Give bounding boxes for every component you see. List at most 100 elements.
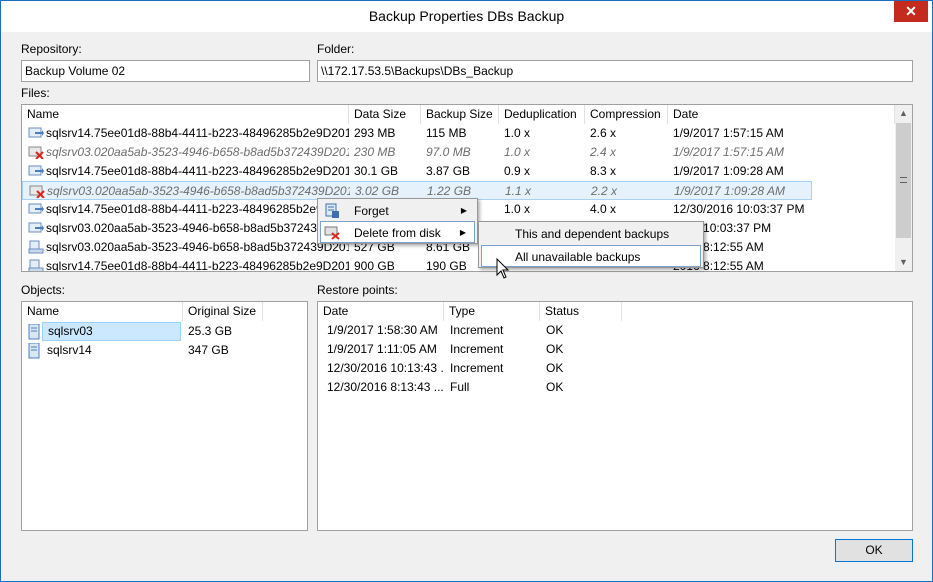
context-menu: Forget ▶ Delete from disk ▶ xyxy=(317,198,478,244)
files-col-data-size[interactable]: Data Size xyxy=(349,105,421,124)
file-cell-date: 12/30/2016 10:03:37 PM xyxy=(673,202,805,216)
file-cell-data-size: 230 MB xyxy=(354,145,396,159)
vm-icon xyxy=(27,342,43,359)
files-scrollbar[interactable]: ▲ ▼ xyxy=(895,105,912,271)
file-cell-date: 1/9/2017 1:09:28 AM xyxy=(674,184,785,198)
file-cell-data-size: 293 MB xyxy=(354,126,396,140)
submenu-arrow-icon: ▶ xyxy=(459,228,466,237)
file-cell-name: sqlsrv14.75ee01d8-88b4-4411-b223-4849628… xyxy=(46,126,349,140)
submenu-arrow-icon: ▶ xyxy=(460,206,467,215)
folder-label: Folder: xyxy=(317,42,355,56)
folder-field[interactable]: \\172.17.53.5\Backups\DBs_Backup xyxy=(317,60,913,82)
restore-point-type: Increment xyxy=(450,342,504,356)
file-cell-dedup: 1.0 x xyxy=(504,202,531,216)
object-size: 347 GB xyxy=(188,343,229,357)
menu-forget-label: Forget xyxy=(354,204,389,218)
objects-label: Objects: xyxy=(21,283,66,297)
file-cell-data-size: 900 GB xyxy=(354,259,395,272)
objects-col-name[interactable]: Name xyxy=(22,302,183,321)
objects-list[interactable]: Name Original Size sqlsrv03 25.3 GB sqlsrv… xyxy=(21,301,308,531)
restore-point-row[interactable]: 12/30/2016 8:13:43 ... Full OK xyxy=(318,378,908,397)
file-cell-backup-size: 3.87 GB xyxy=(426,164,471,178)
files-label: Files: xyxy=(21,86,50,100)
restore-point-status: OK xyxy=(546,380,564,394)
rp-col-date[interactable]: Date xyxy=(318,302,444,321)
object-row[interactable]: sqlsrv03 25.3 GB xyxy=(22,322,292,341)
restore-point-row[interactable]: 12/30/2016 10:13:43 ... Increment OK xyxy=(318,359,908,378)
files-col-name[interactable]: Name xyxy=(22,105,349,124)
object-row[interactable]: sqlsrv14 347 GB xyxy=(22,341,292,360)
file-cell-dedup: 0.9 x xyxy=(504,164,531,178)
restore-point-date: 1/9/2017 1:11:05 AM xyxy=(327,342,437,356)
files-col-date[interactable]: Date xyxy=(668,105,895,124)
restore-point-row[interactable]: 1/9/2017 1:58:30 AM Increment OK xyxy=(318,321,908,340)
file-row[interactable]: sqlsrv03.020aa5ab-3523-4946-b658-b8ad5b3… xyxy=(22,143,894,162)
restore-point-status: OK xyxy=(546,361,564,375)
file-cell-name: sqlsrv14.75ee01d8-88b4-4411-b223-4849628… xyxy=(46,259,349,272)
file-cell-compression: 2.6 x xyxy=(590,126,617,140)
file-cell-date: 1/9/2017 1:09:28 AM xyxy=(673,164,784,178)
file-cell-compression: 4.0 x xyxy=(590,202,617,216)
menu-this-dependent-label: This and dependent backups xyxy=(515,227,670,241)
menu-all-unavailable-label: All unavailable backups xyxy=(515,250,641,264)
rp-col-status[interactable]: Status xyxy=(540,302,622,321)
vm-icon xyxy=(27,323,43,340)
object-size: 25.3 GB xyxy=(188,324,233,338)
files-col-deduplication[interactable]: Deduplication xyxy=(499,105,585,124)
file-cell-name: sqlsrv03.020aa5ab-3523-4946-b658-b8ad5b3… xyxy=(46,240,349,254)
file-row[interactable]: sqlsrv14.75ee01d8-88b4-4411-b223-4849628… xyxy=(22,162,894,181)
file-row[interactable]: sqlsrv14.75ee01d8-88b4-4411-b223-4849628… xyxy=(22,124,894,143)
restore-point-row[interactable]: 1/9/2017 1:11:05 AM Increment OK xyxy=(318,340,908,359)
delete-from-disk-icon xyxy=(324,224,340,247)
title-bar[interactable]: Backup Properties DBs Backup ✕ xyxy=(1,1,932,32)
backup-properties-window: Backup Properties DBs Backup ✕ Repositor… xyxy=(0,0,933,582)
ok-button[interactable]: OK xyxy=(835,539,913,562)
restore-point-type: Increment xyxy=(450,361,504,375)
file-cell-backup-size: 115 MB xyxy=(426,126,467,140)
rp-col-type[interactable]: Type xyxy=(444,302,540,321)
repository-label: Repository: xyxy=(21,42,82,56)
file-cell-name: sqlsrv03.020aa5ab-3523-4946-b658-b8ad5b3… xyxy=(46,221,333,235)
restore-point-date: 12/30/2016 10:13:43 ... xyxy=(327,361,444,375)
file-cell-name: sqlsrv03.020aa5ab-3523-4946-b658-b8ad5b3… xyxy=(47,184,350,198)
scroll-up-icon[interactable]: ▲ xyxy=(895,105,912,122)
file-cell-name: sqlsrv14.75ee01d8-88b4-4411-b223-4849628… xyxy=(46,202,349,216)
menu-delete-label: Delete from disk xyxy=(354,226,441,240)
restore-point-status: OK xyxy=(546,342,564,356)
file-cell-dedup: 1.0 x xyxy=(504,126,531,140)
file-cell-date: 1/9/2017 1:57:15 AM xyxy=(673,126,784,140)
scroll-thumb[interactable] xyxy=(896,123,911,238)
object-name: sqlsrv03 xyxy=(42,322,181,341)
file-cell-dedup: 1.1 x xyxy=(505,184,532,198)
object-name: sqlsrv14 xyxy=(47,343,92,357)
files-col-compression[interactable]: Compression xyxy=(585,105,668,124)
menu-item-all-unavailable[interactable]: All unavailable backups xyxy=(481,245,701,267)
menu-item-forget[interactable]: Forget ▶ xyxy=(320,200,475,222)
window-title: Backup Properties DBs Backup xyxy=(368,8,565,24)
file-cell-name: sqlsrv14.75ee01d8-88b4-4411-b223-4849628… xyxy=(46,164,349,178)
repository-field[interactable]: Backup Volume 02 xyxy=(21,60,310,82)
close-button[interactable]: ✕ xyxy=(894,1,928,22)
file-cell-compression: 2.2 x xyxy=(591,184,618,198)
close-icon: ✕ xyxy=(905,3,917,19)
objects-col-size[interactable]: Original Size xyxy=(183,302,263,321)
restore-point-type: Increment xyxy=(450,323,504,337)
file-cell-data-size: 30.1 GB xyxy=(354,164,399,178)
restore-point-date: 12/30/2016 8:13:43 ... xyxy=(327,380,444,394)
menu-item-delete-from-disk[interactable]: Delete from disk ▶ xyxy=(320,221,475,243)
menu-item-this-and-dependent[interactable]: This and dependent backups xyxy=(481,223,701,245)
file-cell-compression: 2.4 x xyxy=(590,145,617,159)
scroll-down-icon[interactable]: ▼ xyxy=(895,254,912,271)
file-cell-backup-size: 97.0 MB xyxy=(426,145,471,159)
grip-icon xyxy=(900,177,907,183)
file-row[interactable]: sqlsrv14.75ee01d8-88b4-4411-b223-4849628… xyxy=(22,257,894,272)
file-cell-dedup: 1.0 x xyxy=(504,145,531,159)
file-cell-compression: 8.3 x xyxy=(590,164,617,178)
file-cell-name: sqlsrv03.020aa5ab-3523-4946-b658-b8ad5b3… xyxy=(46,145,349,159)
files-col-backup-size[interactable]: Backup Size xyxy=(421,105,499,124)
restore-point-status: OK xyxy=(546,323,564,337)
restore-points-list[interactable]: Date Type Status 1/9/2017 1:58:30 AM Incr… xyxy=(317,301,913,531)
files-list[interactable]: Name Data Size Backup Size Deduplication… xyxy=(21,104,913,272)
restore-point-type: Full xyxy=(450,380,470,394)
mouse-cursor-icon xyxy=(496,257,510,283)
